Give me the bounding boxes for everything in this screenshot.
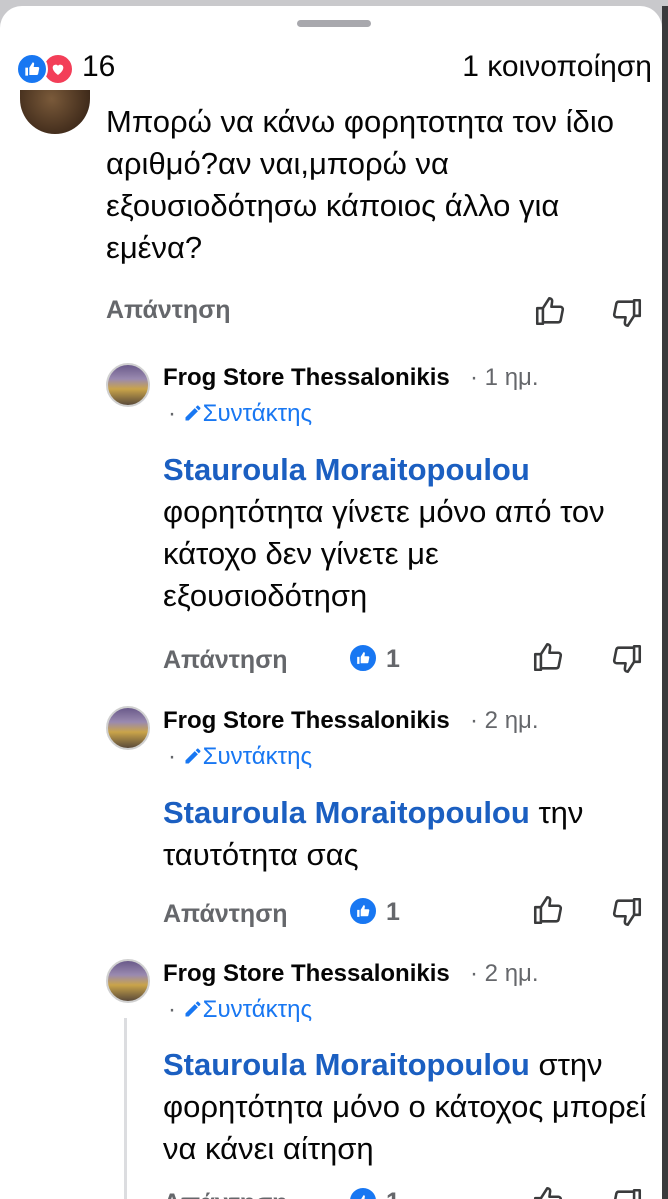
comment-actions: Απάντηση (0, 296, 662, 336)
thumbs-down-icon[interactable] (610, 296, 644, 330)
author-badge-label: Συντάκτης (202, 996, 313, 1023)
reply-button[interactable]: Απάντηση (163, 646, 288, 675)
thumbs-down-icon[interactable] (610, 1186, 644, 1199)
author-badge-label: Συντάκτης (202, 400, 313, 427)
like-reaction-icon (16, 53, 48, 85)
mention-link[interactable]: Stauroula Moraitopoulou (163, 1047, 530, 1082)
reply-body: φορητότητα γίνετε μόνο από τον κάτοχο δε… (163, 494, 605, 613)
avatar[interactable] (106, 706, 150, 750)
like-count[interactable]: 1 (386, 645, 400, 674)
reply-text: Stauroula Moraitopoulou στην φορητότητα … (163, 1044, 648, 1170)
reply-author[interactable]: Frog Store Thessalonikis (163, 960, 450, 988)
reply-time[interactable]: · 1 ημ. (470, 364, 539, 392)
thumbs-up-icon[interactable] (531, 1184, 565, 1199)
like-reaction-icon[interactable] (348, 896, 378, 926)
reaction-count[interactable]: 16 (82, 50, 115, 84)
author-badge-label: Συντάκτης (202, 743, 313, 770)
like-reaction-icon[interactable] (348, 643, 378, 673)
thread-line (124, 1018, 127, 1199)
reply-button[interactable]: Απάντηση (163, 1189, 288, 1199)
avatar[interactable] (106, 363, 150, 407)
author-badge: · Συντάκτης (168, 400, 313, 427)
share-count[interactable]: 1 κοινοποίηση (462, 50, 652, 84)
reply-time[interactable]: · 2 ημ. (470, 960, 539, 988)
comment-text: Μπορώ να κάνω φορητοτητα τον ίδιο αριθμό… (106, 104, 614, 265)
reply-time-value: 1 ημ. (484, 364, 539, 391)
thumbs-down-icon[interactable] (610, 895, 644, 929)
reply-time-value: 2 ημ. (484, 707, 539, 734)
like-count[interactable]: 1 (386, 898, 400, 927)
reply-author[interactable]: Frog Store Thessalonikis (163, 364, 450, 392)
reply-button[interactable]: Απάντηση (106, 296, 231, 325)
mention-link[interactable]: Stauroula Moraitopoulou (163, 452, 530, 487)
reply-time-value: 2 ημ. (484, 960, 539, 987)
reactions-header: 16 1 κοινοποίηση (0, 40, 662, 90)
reply-text: Stauroula Moraitopoulou φορητότητα γίνετε… (163, 449, 648, 617)
pencil-icon (185, 748, 201, 764)
pencil-icon (185, 405, 201, 421)
avatar[interactable] (106, 959, 150, 1003)
pencil-icon (185, 1001, 201, 1017)
reply-author[interactable]: Frog Store Thessalonikis (163, 707, 450, 735)
reply-text: Stauroula Moraitopoulou την ταυτότητα σα… (163, 792, 648, 876)
reply-button[interactable]: Απάντηση (163, 900, 288, 929)
thumbs-up-icon[interactable] (531, 893, 565, 927)
avatar[interactable] (20, 90, 90, 134)
like-count[interactable]: 1 (386, 1188, 400, 1199)
sheet-drag-handle[interactable] (297, 20, 371, 27)
reply-time[interactable]: · 2 ημ. (470, 707, 539, 735)
mention-link[interactable]: Stauroula Moraitopoulou (163, 795, 530, 830)
scrollbar (662, 6, 668, 1199)
thumbs-up-icon[interactable] (531, 640, 565, 674)
comments-sheet: 16 1 κοινοποίηση Μπορώ να κάνω φορητοτητ… (0, 6, 662, 1199)
thumbs-down-icon[interactable] (610, 642, 644, 676)
author-badge: · Συντάκτης (168, 743, 313, 770)
like-reaction-icon[interactable] (348, 1186, 378, 1199)
thumbs-up-icon[interactable] (533, 294, 567, 328)
author-badge: · Συντάκτης (168, 996, 313, 1023)
